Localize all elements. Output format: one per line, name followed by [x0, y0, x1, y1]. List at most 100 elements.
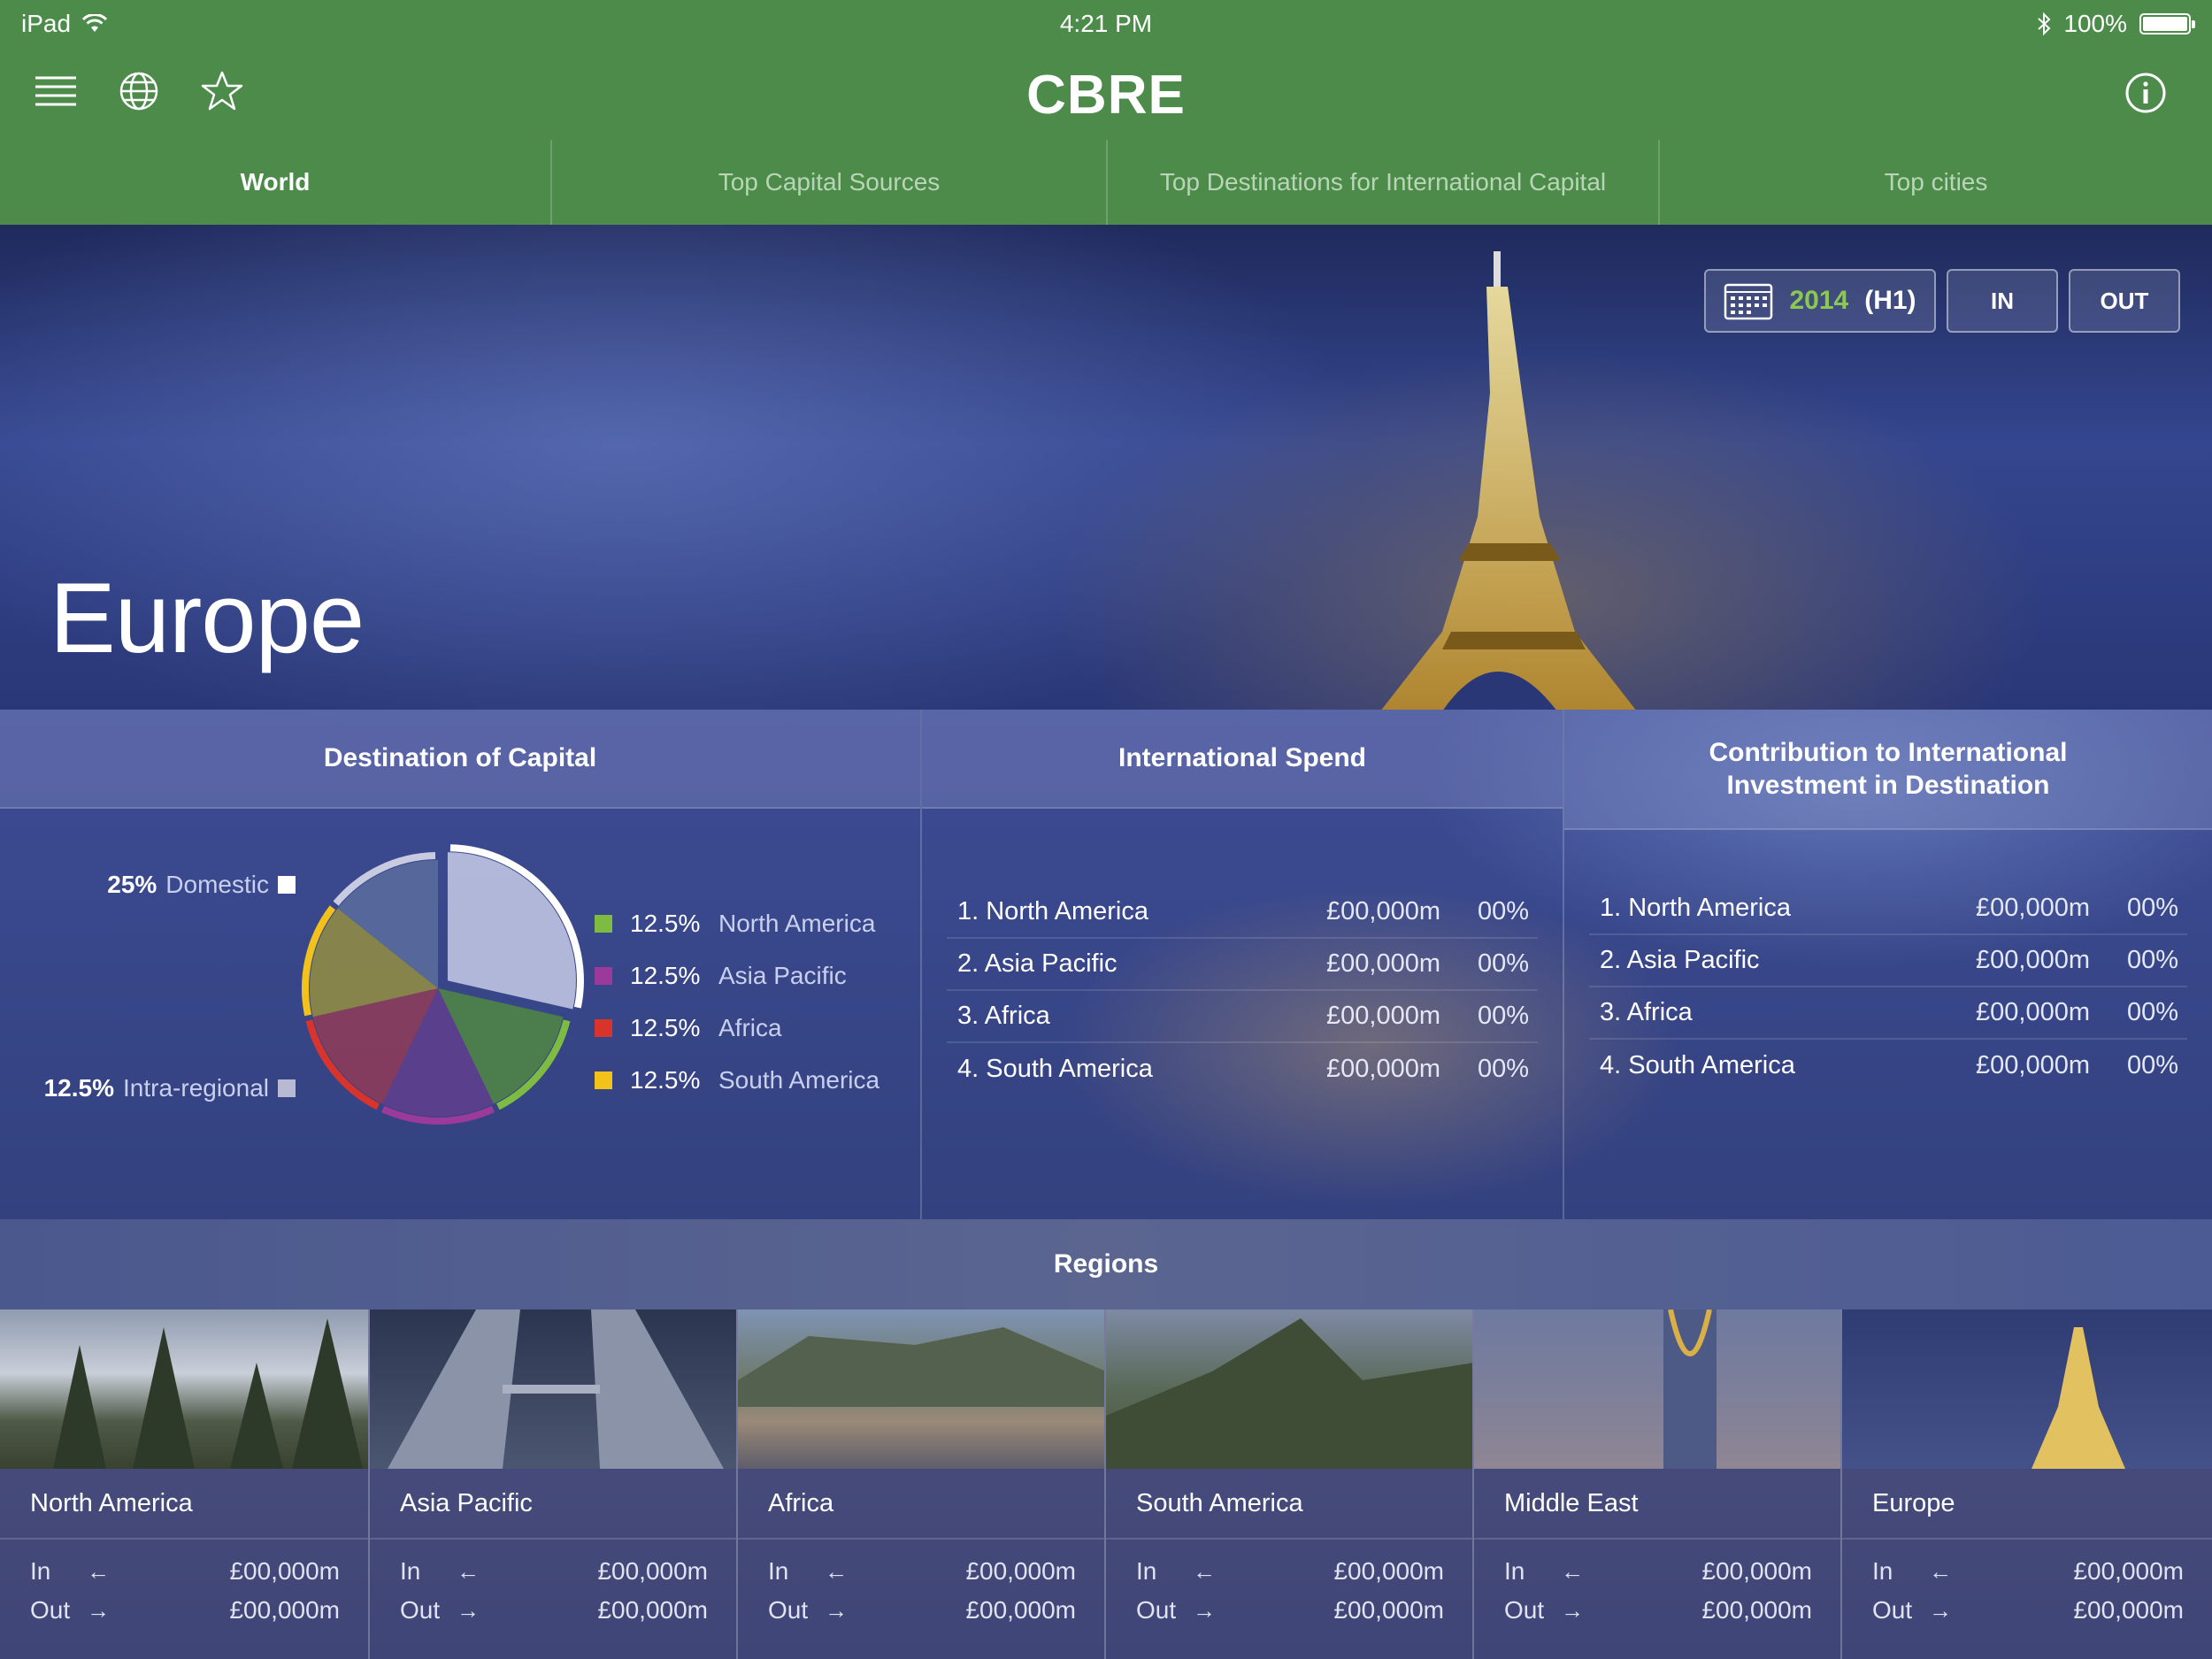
- rank-label: 2. Asia Pacific: [957, 949, 1118, 978]
- status-time: 4:21 PM: [1059, 10, 1153, 37]
- region-card-europe[interactable]: Europe In ← £00,000m Out → £00,000m: [1842, 1310, 2212, 1659]
- legend-swatch: [595, 1018, 612, 1037]
- stats-panels: Destination of Capital 25% Domestic 12.5…: [0, 710, 2212, 1219]
- europe-photo: [1842, 1310, 2212, 1469]
- region-card-middle-east[interactable]: Middle East In ← £00,000m Out → £00,000m: [1474, 1310, 1842, 1659]
- list-item[interactable]: 4. South America £00,000m 00%: [1589, 1040, 2187, 1092]
- arrow-right-icon: →: [87, 1596, 110, 1624]
- rank-pct: 00%: [2126, 946, 2178, 974]
- out-button[interactable]: OUT: [2069, 269, 2180, 333]
- rank-pct: 00%: [1477, 1055, 1529, 1083]
- in-label: In: [1136, 1557, 1157, 1585]
- out-value: £00,000m: [1333, 1596, 1444, 1624]
- out-label: Out: [768, 1596, 809, 1624]
- legend-label: Africa: [718, 1013, 782, 1041]
- middle-east-photo: [1474, 1310, 1840, 1469]
- international-spend-list: 1. North America £00,000m 00% 2. Asia Pa…: [947, 887, 1538, 1095]
- status-bar: iPad 4:21 PM 100%: [0, 0, 2212, 48]
- legend-swatch: [595, 1071, 612, 1089]
- rank-label: 2. Asia Pacific: [1600, 946, 1760, 974]
- out-value: £00,000m: [597, 1596, 708, 1624]
- region-out-row: Out → £00,000m: [768, 1591, 1076, 1630]
- in-value: £00,000m: [2073, 1557, 2184, 1585]
- in-value: £00,000m: [1701, 1557, 1812, 1585]
- region-in-row: In ← £00,000m: [1136, 1552, 1444, 1591]
- in-value: £00,000m: [1333, 1557, 1444, 1585]
- region-card-south-america[interactable]: South America In ← £00,000m Out → £00,00…: [1106, 1310, 1474, 1659]
- destination-pie-chart: [302, 844, 584, 1125]
- rank-amount: £00,000m: [1326, 1002, 1440, 1030]
- domestic-swatch: [278, 876, 296, 894]
- region-in-row: In ← £00,000m: [1872, 1552, 2184, 1591]
- rank-amount: £00,000m: [1976, 946, 2090, 974]
- legend-item: 12.5% South America: [595, 1054, 879, 1106]
- region-out-row: Out → £00,000m: [1136, 1591, 1444, 1630]
- intra-regional-pct: 12.5%: [43, 1074, 115, 1102]
- legend-item: 12.5% Africa: [595, 1002, 879, 1054]
- period-half: (H1): [1864, 286, 1916, 315]
- region-card-africa[interactable]: Africa In ← £00,000m Out → £00,000m: [738, 1310, 1106, 1659]
- asia-pacific-photo: [370, 1310, 736, 1469]
- wifi-icon: [81, 14, 108, 32]
- region-out-row: Out → £00,000m: [30, 1591, 340, 1630]
- rank-label: 1. North America: [1600, 894, 1791, 922]
- rank-amount: £00,000m: [1326, 949, 1440, 978]
- legend-swatch: [595, 914, 612, 933]
- info-icon[interactable]: [2124, 71, 2168, 115]
- list-item[interactable]: 2. Asia Pacific £00,000m 00%: [1589, 935, 2187, 987]
- arrow-left-icon: ←: [87, 1557, 110, 1585]
- arrow-right-icon: →: [457, 1596, 480, 1624]
- contribution-title-line: Contribution to International: [1709, 737, 2068, 767]
- list-item[interactable]: 2. Asia Pacific £00,000m 00%: [947, 939, 1538, 991]
- list-item[interactable]: 1. North America £00,000m 00%: [1589, 883, 2187, 935]
- south-america-photo: [1106, 1310, 1472, 1469]
- in-value: £00,000m: [965, 1557, 1076, 1585]
- tab-top-capital-sources[interactable]: Top Capital Sources: [552, 140, 1108, 225]
- period-selector[interactable]: 2014 (H1): [1704, 269, 1936, 333]
- period-year: 2014: [1789, 286, 1849, 315]
- region-card-asia-pacific[interactable]: Asia Pacific In ← £00,000m Out → £00,000…: [370, 1310, 738, 1659]
- region-in-row: In ← £00,000m: [30, 1552, 340, 1591]
- in-button[interactable]: IN: [1947, 269, 2058, 333]
- app-header: CBRE: [0, 48, 2212, 140]
- pie-slice-domestic[interactable]: [447, 852, 576, 1010]
- regions-grid: North America In ← £00,000m Out → £00,00…: [0, 1310, 2212, 1659]
- battery-percent: 100%: [2063, 10, 2127, 37]
- legend-pct: 12.5%: [630, 1065, 701, 1094]
- region-out-row: Out → £00,000m: [1872, 1591, 2184, 1630]
- region-name: Africa: [738, 1469, 1104, 1540]
- tab-top-cities[interactable]: Top cities: [1660, 140, 2212, 225]
- arrow-left-icon: ←: [1929, 1557, 1952, 1585]
- arrow-left-icon: ←: [1193, 1557, 1216, 1585]
- list-item[interactable]: 3. Africa £00,000m 00%: [947, 991, 1538, 1043]
- region-in-row: In ← £00,000m: [1504, 1552, 1812, 1591]
- device-name: iPad: [21, 10, 72, 37]
- rank-amount: £00,000m: [1976, 894, 2090, 922]
- eiffel-tower-image: [1381, 251, 1636, 710]
- intra-regional-name: Intra-regional: [123, 1074, 269, 1102]
- out-label: Out: [1504, 1596, 1545, 1624]
- list-item[interactable]: 1. North America £00,000m 00%: [947, 887, 1538, 939]
- domestic-pct: 25%: [107, 871, 157, 898]
- region-card-north-america[interactable]: North America In ← £00,000m Out → £00,00…: [0, 1310, 370, 1659]
- tab-world[interactable]: World: [0, 140, 552, 225]
- tab-top-destinations[interactable]: Top Destinations for International Capit…: [1108, 140, 1660, 225]
- out-label: Out: [400, 1596, 441, 1624]
- region-out-row: Out → £00,000m: [400, 1591, 708, 1630]
- in-label: In: [1504, 1557, 1525, 1585]
- international-spend-title: International Spend: [922, 710, 1563, 809]
- domestic-name: Domestic: [165, 871, 269, 898]
- tab-bar: World Top Capital Sources Top Destinatio…: [0, 140, 2212, 225]
- out-label: Out: [1872, 1596, 1913, 1624]
- arrow-right-icon: →: [1561, 1596, 1584, 1624]
- region-in-row: In ← £00,000m: [768, 1552, 1076, 1591]
- list-item[interactable]: 4. South America £00,000m 00%: [947, 1043, 1538, 1095]
- list-item[interactable]: 3. Africa £00,000m 00%: [1589, 987, 2187, 1040]
- rank-amount: £00,000m: [1976, 998, 2090, 1026]
- region-name: North America: [0, 1469, 368, 1540]
- rank-label: 1. North America: [957, 897, 1148, 926]
- rank-label: 3. Africa: [1600, 998, 1693, 1026]
- out-value: £00,000m: [2073, 1596, 2184, 1624]
- north-america-photo: [0, 1310, 368, 1469]
- in-value: £00,000m: [597, 1557, 708, 1585]
